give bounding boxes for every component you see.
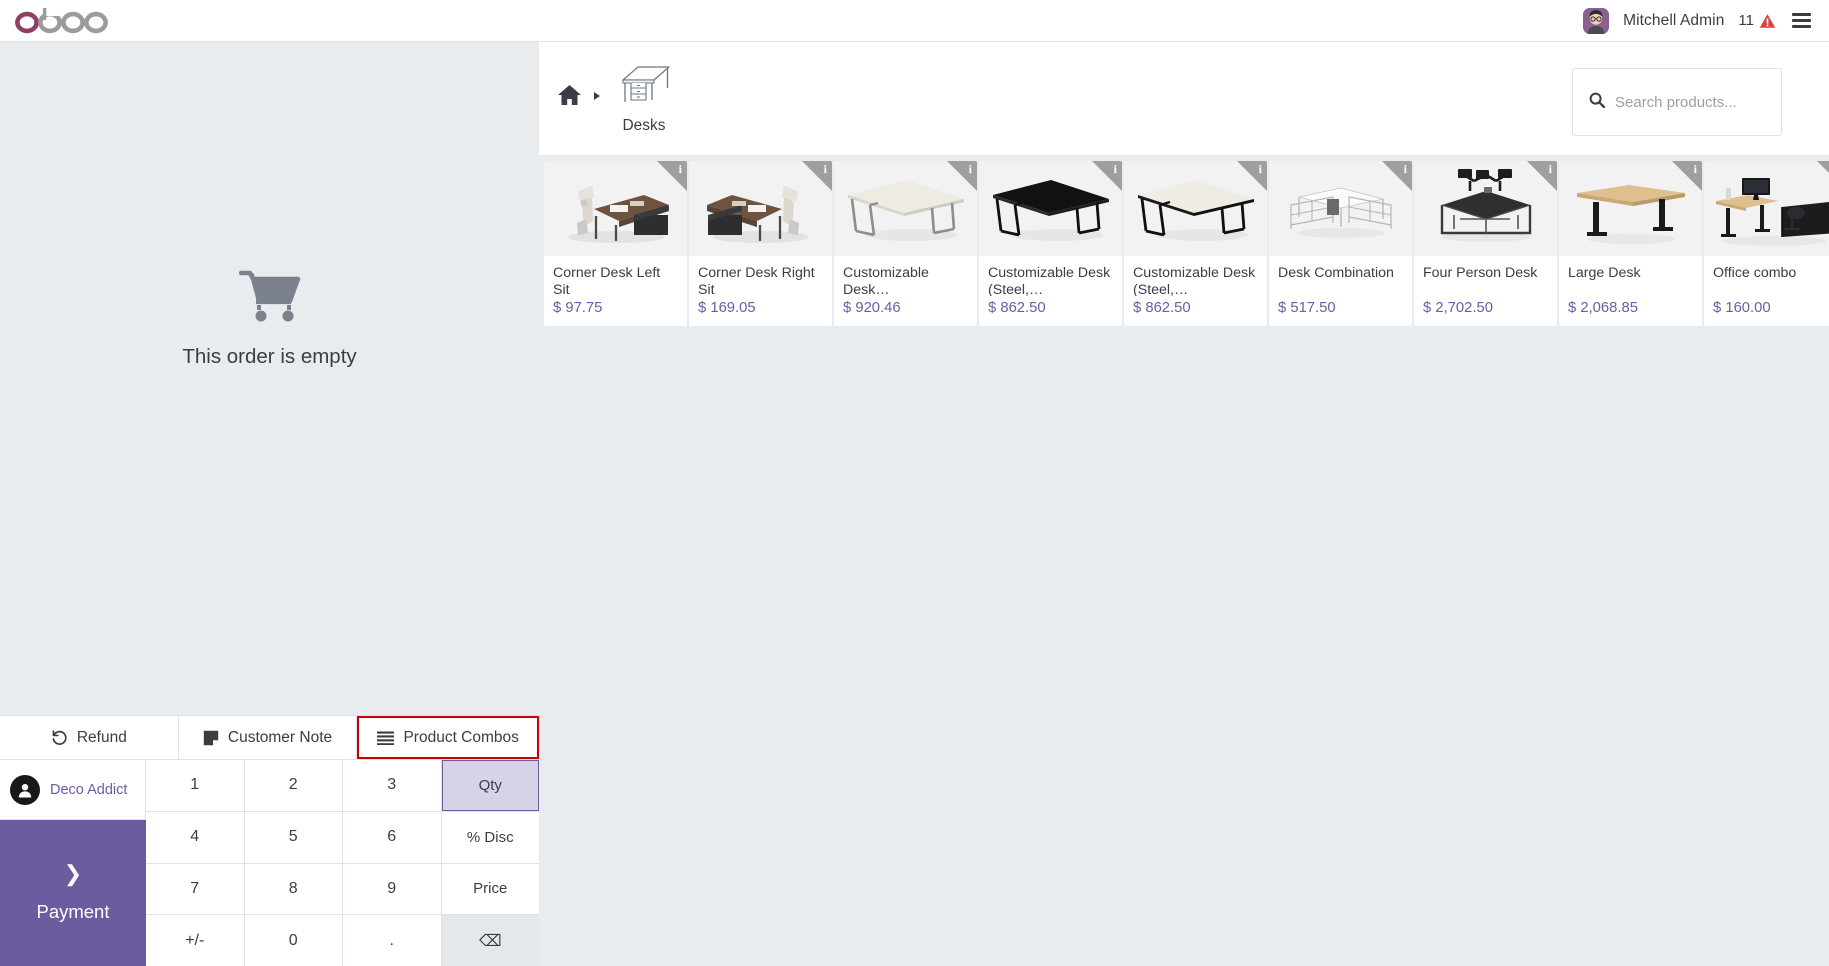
numpad-key-7[interactable]: 7 — [146, 863, 244, 915]
user-name: Mitchell Admin — [1623, 11, 1725, 29]
desk-icon — [616, 60, 672, 113]
breadcrumb — [539, 42, 604, 106]
warning-triangle-icon — [1759, 13, 1776, 28]
product-card[interactable]: i Customizable Desk (Steel,… $ 862.50 — [979, 161, 1122, 326]
product-name: Corner Desk Right Sit — [698, 265, 815, 296]
odoo-logo-icon — [15, 7, 108, 33]
payment-and-numpad: Deco Addict ❯ Payment 1 2 3 Qty 4 5 6 % … — [0, 759, 539, 966]
numpad-key-6[interactable]: 6 — [343, 811, 441, 863]
avatar[interactable] — [1583, 7, 1610, 34]
notification-indicator[interactable]: 11 — [1738, 12, 1776, 29]
customer-note-button[interactable]: Customer Note — [178, 716, 358, 759]
order-control-buttons: Refund Customer Note Product Combos — [0, 715, 540, 759]
empty-order-message: This order is empty — [182, 344, 357, 368]
numpad-key-qty[interactable]: Qty — [441, 760, 539, 811]
product-panel: Desks Search products... i Corner Desk L… — [539, 42, 1829, 966]
category-label: Desks — [622, 117, 666, 134]
top-navbar: Mitchell Admin 11 — [0, 0, 1829, 42]
search-icon — [1589, 92, 1606, 113]
product-info-icon[interactable]: i — [802, 161, 832, 191]
category-desks[interactable]: Desks — [616, 42, 672, 135]
customer-payment-column: Deco Addict ❯ Payment — [0, 760, 146, 966]
product-info-icon[interactable]: i — [657, 161, 687, 191]
product-card[interactable]: i Customizable Desk… $ 920.46 — [834, 161, 977, 326]
hamburger-menu-icon[interactable] — [1790, 9, 1813, 31]
numpad-key-decimal[interactable]: . — [343, 915, 441, 966]
numpad: 1 2 3 Qty 4 5 6 % Disc 7 8 9 Price +/- 0… — [146, 760, 539, 966]
product-price: $ 160.00 — [1713, 300, 1771, 316]
refund-button[interactable]: Refund — [0, 716, 179, 759]
product-price: $ 517.50 — [1278, 300, 1336, 316]
numpad-key-3[interactable]: 3 — [343, 760, 441, 811]
order-panel: This order is empty Refund Customer Note — [0, 42, 540, 966]
navbar-right-group: Mitchell Admin 11 — [1583, 7, 1829, 34]
product-combos-label: Product Combos — [403, 728, 519, 746]
product-price: $ 920.46 — [843, 300, 901, 316]
product-price: $ 2,068.85 — [1568, 300, 1638, 316]
product-grid: i Corner Desk Left Sit $ 97.75 i Corner … — [539, 155, 1829, 326]
numpad-key-1[interactable]: 1 — [146, 760, 244, 811]
payment-button[interactable]: ❯ Payment — [0, 820, 146, 966]
empty-order-placeholder: This order is empty — [0, 0, 539, 715]
numpad-key-4[interactable]: 4 — [146, 811, 244, 863]
customer-note-label: Customer Note — [227, 728, 333, 746]
product-price: $ 2,702.50 — [1423, 300, 1493, 316]
customer-button[interactable]: Deco Addict — [0, 760, 146, 820]
product-card[interactable]: i Four Person Desk $ 2,702.50 — [1414, 161, 1557, 326]
product-card[interactable]: i Office combo $ 160.00 — [1704, 161, 1829, 326]
search-placeholder: Search products... — [1615, 93, 1737, 111]
product-combos-button[interactable]: Product Combos — [357, 716, 540, 759]
product-price: $ 862.50 — [1133, 300, 1191, 316]
product-price: $ 97.75 — [553, 300, 603, 316]
product-image — [1704, 161, 1829, 256]
numpad-key-2[interactable]: 2 — [244, 760, 342, 811]
shopping-cart-icon — [238, 269, 301, 329]
customer-name: Deco Addict — [50, 781, 128, 798]
product-name: Customizable Desk (Steel,… — [988, 265, 1111, 296]
product-info-icon[interactable]: i — [1817, 161, 1829, 191]
numpad-key-5[interactable]: 5 — [244, 811, 342, 863]
search-input[interactable]: Search products... — [1572, 68, 1782, 136]
product-card[interactable]: i Customizable Desk (Steel,… $ 862.50 — [1124, 161, 1267, 326]
undo-icon — [51, 729, 68, 746]
product-card[interactable]: i Large Desk $ 2,068.85 — [1559, 161, 1702, 326]
odoo-logo[interactable] — [14, 7, 110, 34]
product-name: Office combo — [1713, 265, 1797, 281]
payment-label: Payment — [36, 901, 110, 922]
user-avatar-icon — [1583, 7, 1610, 34]
product-name: Corner Desk Left Sit — [553, 265, 661, 296]
numpad-key-sign[interactable]: +/- — [146, 915, 244, 966]
product-name: Large Desk — [1568, 265, 1641, 281]
person-icon — [10, 774, 40, 805]
product-name: Customizable Desk (Steel,… — [1133, 265, 1256, 296]
caret-right-icon — [594, 92, 600, 100]
product-card[interactable]: i Desk Combination $ 517.50 — [1269, 161, 1412, 326]
product-card[interactable]: i Corner Desk Right Sit $ 169.05 — [689, 161, 832, 326]
product-info-icon[interactable]: i — [1092, 161, 1122, 191]
product-price: $ 169.05 — [698, 300, 756, 316]
numpad-key-backspace[interactable]: ⌫ — [441, 915, 539, 966]
sticky-note-icon — [203, 730, 219, 746]
category-header: Desks Search products... — [539, 42, 1829, 155]
refund-label: Refund — [76, 728, 127, 746]
product-name: Customizable Desk… — [843, 265, 929, 296]
numpad-key-price[interactable]: Price — [441, 863, 539, 915]
product-info-icon[interactable]: i — [1382, 161, 1412, 191]
numpad-key-0[interactable]: 0 — [244, 915, 342, 966]
product-name: Desk Combination — [1278, 265, 1394, 281]
home-icon[interactable] — [557, 84, 582, 106]
list-bars-icon — [377, 731, 395, 745]
product-name: Four Person Desk — [1423, 265, 1538, 281]
product-info-icon[interactable]: i — [1527, 161, 1557, 191]
product-price: $ 862.50 — [988, 300, 1046, 316]
notification-count: 11 — [1738, 12, 1754, 29]
chevron-right-icon: ❯ — [63, 861, 83, 886]
product-info-icon[interactable]: i — [947, 161, 977, 191]
product-info-icon[interactable]: i — [1672, 161, 1702, 191]
numpad-key-9[interactable]: 9 — [343, 863, 441, 915]
numpad-key-discount[interactable]: % Disc — [441, 811, 539, 863]
product-card[interactable]: i Corner Desk Left Sit $ 97.75 — [544, 161, 687, 326]
numpad-key-8[interactable]: 8 — [244, 863, 342, 915]
product-info-icon[interactable]: i — [1237, 161, 1267, 191]
